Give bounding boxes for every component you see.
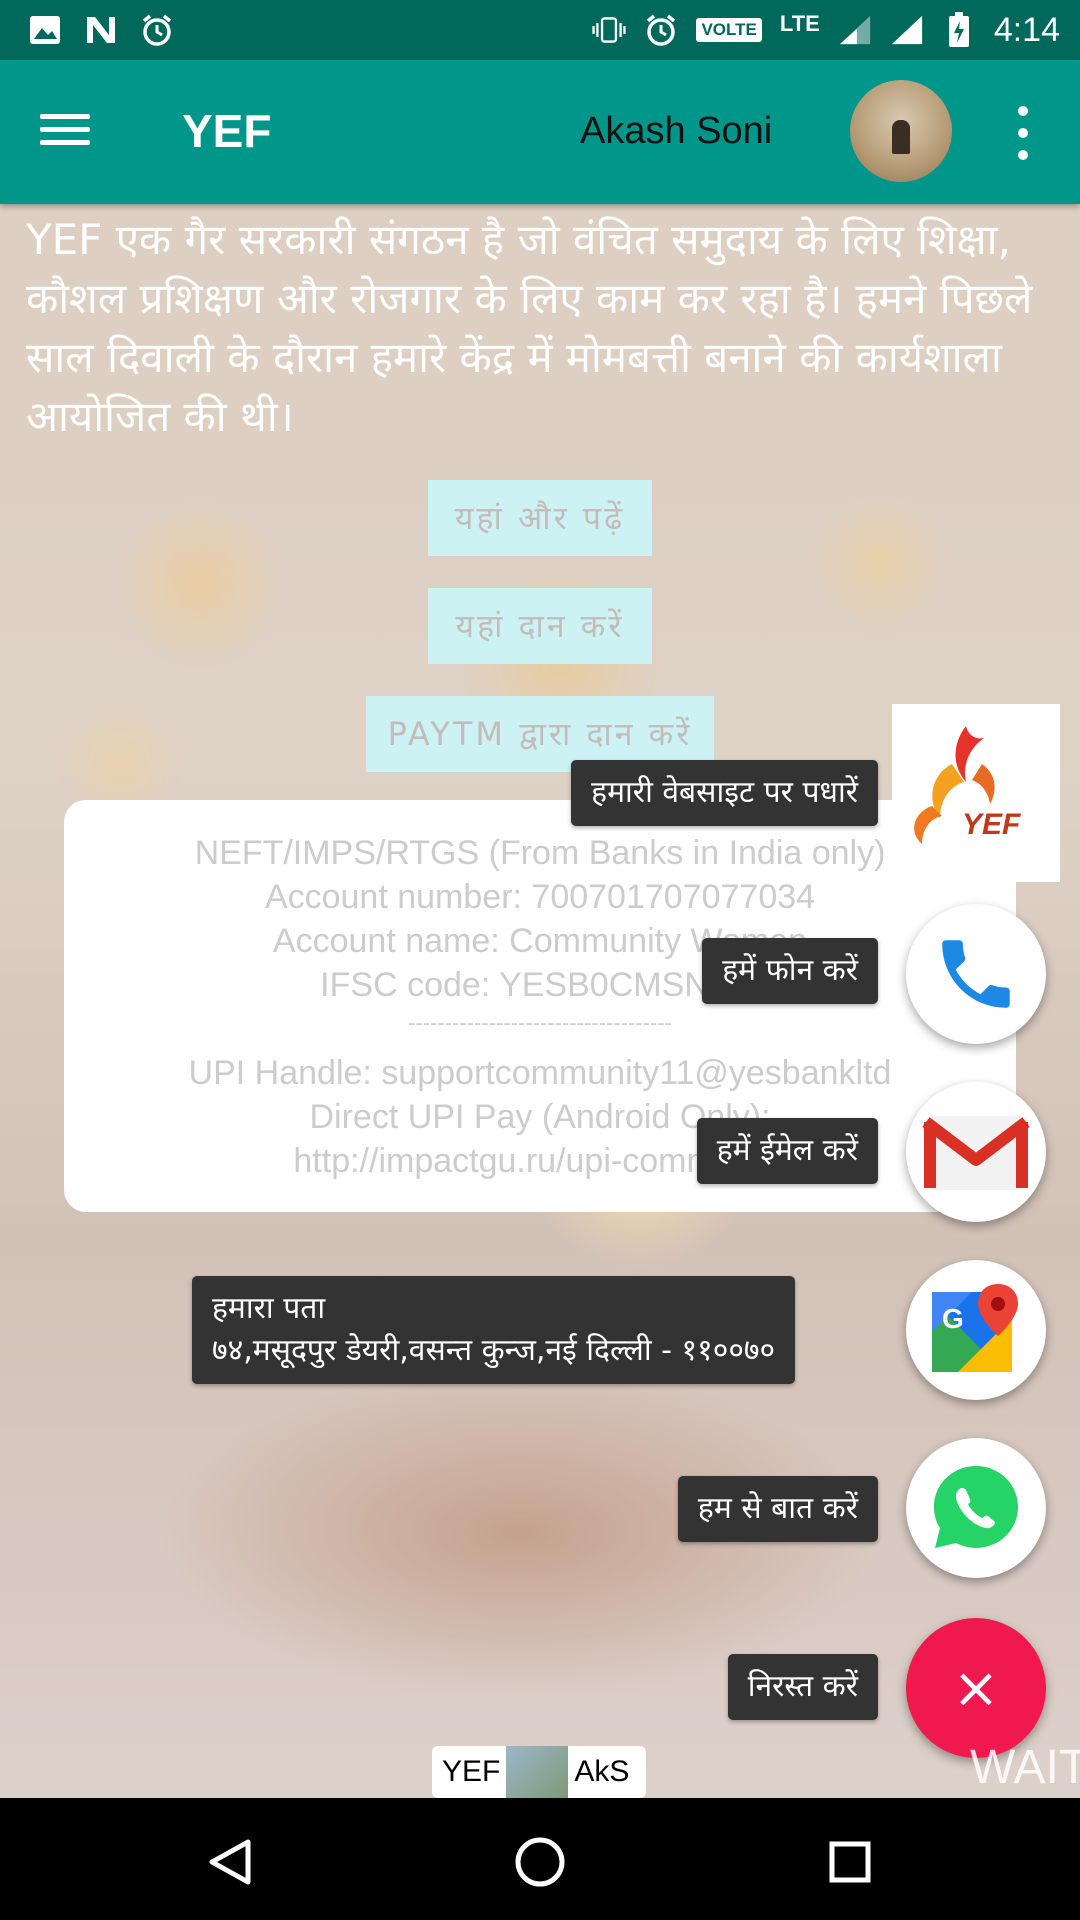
email-fab[interactable]: [906, 1082, 1046, 1222]
n-icon: [84, 13, 118, 47]
address-title: हमारा पता: [212, 1291, 326, 1326]
alarm-icon: [140, 13, 174, 47]
website-label[interactable]: हमारी वेबसाइट पर पधारें: [571, 760, 878, 826]
footer-chip-image: [506, 1746, 569, 1798]
home-icon[interactable]: [510, 1832, 570, 1892]
logo-text: YEF: [962, 808, 1021, 841]
signal-icon: [890, 13, 924, 47]
footer-chip-right: AkS: [574, 1755, 630, 1788]
app-title: YEF: [182, 105, 272, 157]
yef-logo-icon: [914, 726, 995, 844]
close-fab[interactable]: ×: [906, 1618, 1046, 1758]
svg-text:G: G: [942, 1303, 964, 1334]
close-icon: ×: [952, 1655, 1000, 1721]
footer-chip-left: YEF: [442, 1755, 501, 1788]
app-bar: YEF Akash Soni: [0, 60, 1080, 204]
chat-label[interactable]: हम से बात करें: [677, 1476, 878, 1542]
website-fab[interactable]: YEF: [892, 704, 1060, 882]
avatar[interactable]: [850, 80, 952, 182]
call-label[interactable]: हमें फोन करें: [702, 938, 878, 1004]
back-icon[interactable]: [200, 1832, 260, 1892]
navigation-bar: [0, 1798, 1080, 1920]
vibrate-icon: [592, 13, 627, 47]
footer-chip: YEF AkS: [432, 1746, 646, 1798]
google-maps-icon: G: [932, 1284, 1018, 1372]
gmail-icon: [922, 1116, 1030, 1190]
whatsapp-fab[interactable]: [906, 1438, 1046, 1578]
phone-icon: [942, 940, 1010, 1008]
signal-icon: [838, 13, 872, 47]
network-type: LTE: [779, 11, 820, 36]
call-fab[interactable]: [906, 904, 1046, 1044]
menu-icon[interactable]: [40, 106, 100, 158]
battery-charging-icon: [942, 12, 976, 47]
address-value: ७४,मसूदपुर डेयरी,वसन्त कुन्ज,नई दिल्ली -…: [212, 1333, 776, 1368]
whatsapp-icon: [934, 1466, 1018, 1548]
map-fab[interactable]: G: [906, 1260, 1046, 1400]
email-label[interactable]: हमें ईमेल करें: [696, 1118, 878, 1184]
status-time: 4:14: [993, 10, 1060, 49]
user-name: Akash Soni: [580, 110, 773, 152]
address-label[interactable]: हमारा पता ७४,मसूदपुर डेयरी,वसन्त कुन्ज,न…: [192, 1276, 796, 1384]
status-bar: VOLTE LTE 4:14: [0, 0, 1080, 60]
volte-badge: VOLTE: [696, 18, 762, 42]
wait-text: WAIT: [970, 1741, 1080, 1794]
alarm-icon: [644, 13, 678, 47]
more-options-icon[interactable]: [1010, 106, 1036, 160]
cancel-label[interactable]: निरस्त करें: [727, 1654, 878, 1720]
image-icon: [28, 13, 62, 47]
recents-icon[interactable]: [820, 1832, 880, 1892]
